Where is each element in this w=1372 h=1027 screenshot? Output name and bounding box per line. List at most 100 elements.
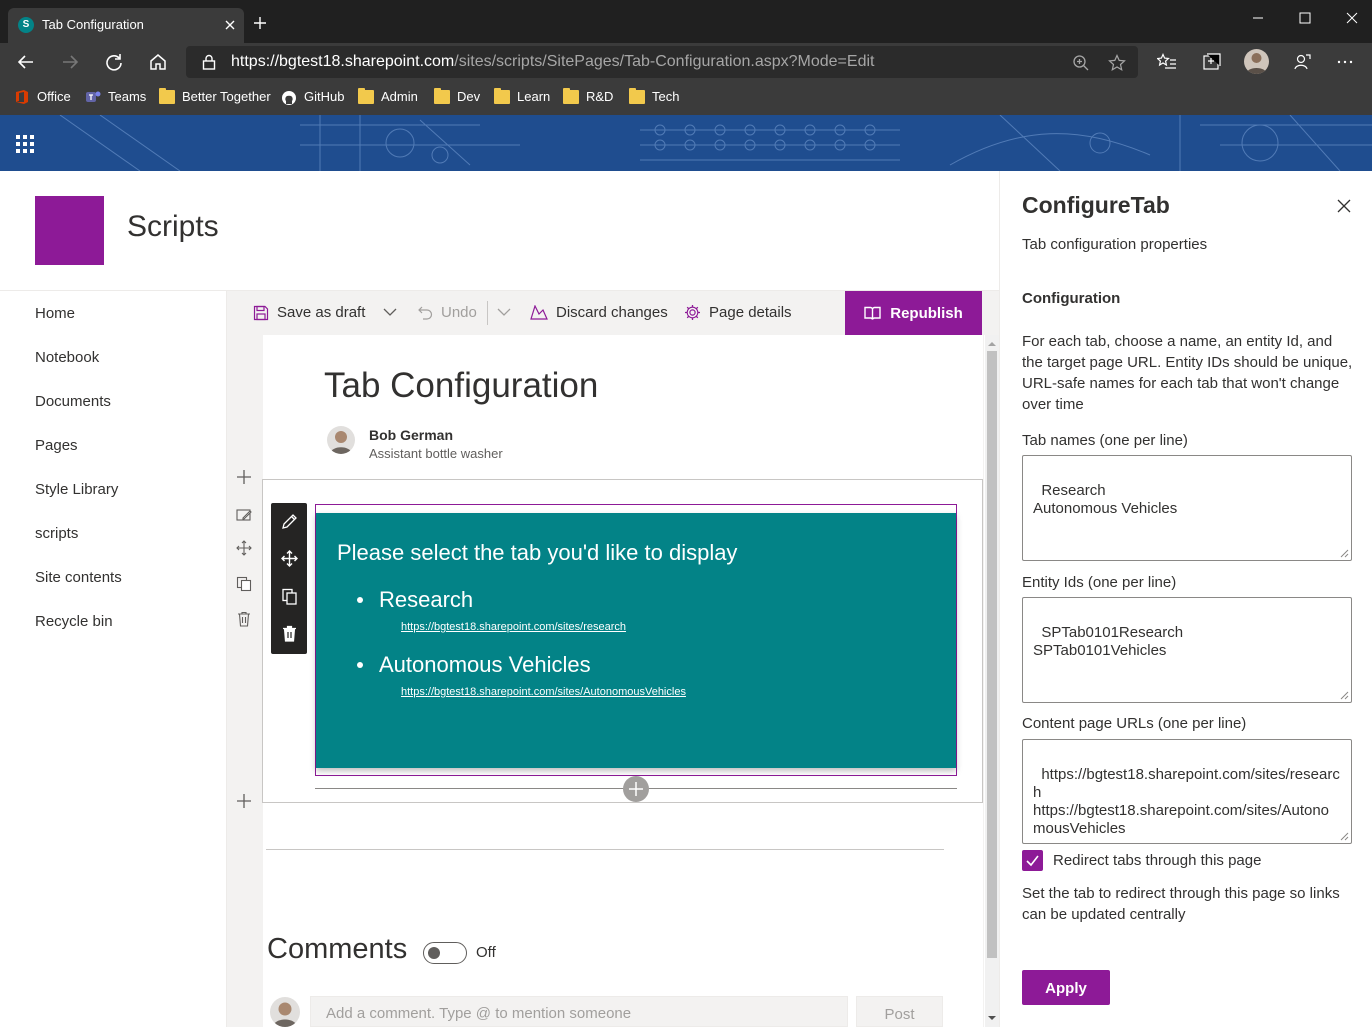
page-title[interactable]: Tab Configuration [324, 366, 598, 406]
maximize-icon[interactable] [1295, 8, 1315, 28]
nav-item-scripts[interactable]: scripts [35, 525, 78, 542]
address-bar[interactable]: https://bgtest18.sharepoint.com/sites/sc… [186, 46, 1138, 78]
bookmark-label: Dev [457, 89, 481, 104]
app-launcher-icon[interactable] [16, 135, 34, 153]
tab-selector-webpart[interactable]: Please select the tab you'd like to disp… [316, 513, 956, 768]
site-logo[interactable] [35, 196, 104, 265]
resize-grip-icon[interactable] [1339, 831, 1349, 841]
undo-options-chevron-icon[interactable] [497, 307, 519, 317]
bookmark-label: Admin [381, 89, 418, 104]
redirect-checkbox-label[interactable]: Redirect tabs through this page [1053, 852, 1261, 869]
back-icon[interactable] [16, 52, 36, 72]
scroll-down-icon[interactable] [985, 1013, 999, 1023]
minimize-icon[interactable] [1248, 8, 1268, 28]
nav-item-site-contents[interactable]: Site contents [35, 569, 122, 586]
post-comment-button[interactable]: Post [856, 996, 943, 1027]
edit-webpart-pencil-icon[interactable] [281, 513, 298, 530]
bookmark-office[interactable]: Office [14, 89, 71, 104]
entity-ids-field[interactable]: SPTab0101Research SPTab0101Vehicles [1022, 597, 1352, 703]
content-urls-field[interactable]: https://bgtest18.sharepoint.com/sites/re… [1022, 739, 1352, 844]
bookmark-teams[interactable]: Teams [85, 89, 146, 104]
pane-group-heading: Configuration [1022, 290, 1121, 307]
bookmark-label: GitHub [304, 89, 345, 104]
duplicate-section-icon[interactable] [236, 576, 252, 592]
resize-grip-icon[interactable] [1339, 690, 1349, 700]
lock-icon[interactable] [202, 54, 216, 70]
nav-item-recycle-bin[interactable]: Recycle bin [35, 613, 113, 630]
home-icon[interactable] [148, 52, 168, 72]
left-navigation: Home Notebook Documents Pages Style Libr… [0, 291, 227, 1027]
bookmark-label: Tech [652, 89, 680, 104]
nav-item-notebook[interactable]: Notebook [35, 349, 99, 366]
delete-webpart-icon[interactable] [281, 625, 298, 642]
folder-icon [494, 87, 510, 104]
save-options-chevron-icon[interactable] [383, 307, 405, 317]
discard-changes-button[interactable]: Discard changes [530, 304, 668, 321]
tab-option-link[interactable]: https://bgtest18.sharepoint.com/sites/re… [401, 621, 626, 633]
zoom-icon[interactable] [1072, 54, 1090, 72]
new-tab-icon[interactable] [252, 15, 268, 31]
nav-item-documents[interactable]: Documents [35, 393, 111, 410]
delete-section-icon[interactable] [236, 611, 252, 627]
tab-option-research[interactable]: Research https://bgtest18.sharepoint.com… [357, 587, 626, 633]
collections-icon[interactable] [1201, 53, 1221, 71]
more-menu-icon[interactable] [1336, 53, 1354, 71]
comments-toggle[interactable] [423, 942, 467, 964]
republish-button[interactable]: Republish [845, 291, 982, 335]
apply-button[interactable]: Apply [1022, 970, 1110, 1005]
comments-toggle-state: Off [476, 944, 496, 961]
scroll-up-icon[interactable] [985, 339, 999, 349]
bookmark-github[interactable]: GitHub [281, 89, 345, 105]
tab-option-name: Autonomous Vehicles [379, 652, 591, 677]
move-section-icon[interactable] [236, 540, 252, 556]
teams-icon [85, 90, 101, 104]
page-details-button[interactable]: Page details [684, 304, 792, 321]
blueprint-pattern [0, 115, 1372, 171]
nav-item-home[interactable]: Home [35, 305, 75, 322]
profile-avatar[interactable] [1244, 49, 1269, 74]
nav-item-style-library[interactable]: Style Library [35, 481, 118, 498]
edit-section-icon[interactable] [236, 507, 252, 523]
close-tab-icon[interactable] [222, 17, 238, 33]
bookmark-dev[interactable]: Dev [434, 87, 481, 104]
plus-icon [629, 782, 643, 796]
move-webpart-icon[interactable] [281, 550, 298, 567]
forward-icon[interactable] [60, 52, 80, 72]
browser-toolbar: https://bgtest18.sharepoint.com/sites/sc… [0, 43, 1372, 81]
save-as-draft-button[interactable]: Save as draft [253, 304, 365, 321]
resize-grip-icon[interactable] [1339, 548, 1349, 558]
tab-option-link[interactable]: https://bgtest18.sharepoint.com/sites/Au… [401, 686, 686, 698]
add-section-top-icon[interactable] [236, 469, 252, 485]
feedback-icon[interactable] [1292, 53, 1312, 71]
bookmark-label: Learn [517, 89, 551, 104]
bookmark-tech[interactable]: Tech [629, 87, 680, 104]
bookmark-admin[interactable]: Admin [358, 87, 418, 104]
site-title[interactable]: Scripts [127, 210, 219, 244]
tab-option-name: Research [379, 587, 474, 612]
nav-item-pages[interactable]: Pages [35, 437, 78, 454]
close-window-icon[interactable] [1342, 8, 1362, 28]
folder-icon [358, 87, 374, 104]
author-role: Assistant bottle washer [369, 446, 503, 461]
undo-button[interactable]: Undo [417, 304, 477, 321]
refresh-icon[interactable] [104, 52, 124, 72]
scrollbar-thumb[interactable] [987, 351, 997, 958]
bullet [357, 662, 363, 668]
favorites-icon[interactable] [1157, 53, 1177, 71]
bookmark-learn[interactable]: Learn [494, 87, 551, 104]
url-text[interactable]: https://bgtest18.sharepoint.com/sites/sc… [231, 53, 874, 71]
canvas-scrollbar[interactable] [985, 335, 999, 1027]
tab-option-autonomous-vehicles[interactable]: Autonomous Vehicles https://bgtest18.sha… [357, 652, 686, 698]
favorite-star-icon[interactable] [1108, 54, 1126, 72]
bookmark-rnd[interactable]: R&D [563, 87, 613, 104]
redirect-checkbox[interactable] [1022, 850, 1043, 871]
bookmark-better-together[interactable]: Better Together [159, 87, 271, 104]
add-section-bottom-icon[interactable] [236, 793, 252, 809]
bullet [357, 597, 363, 603]
comment-input[interactable]: Add a comment. Type @ to mention someone [310, 996, 848, 1027]
add-webpart-button[interactable] [623, 776, 649, 802]
duplicate-webpart-icon[interactable] [281, 588, 298, 605]
close-pane-icon[interactable] [1336, 198, 1352, 214]
browser-tab[interactable]: S Tab Configuration [8, 8, 244, 43]
tab-names-field[interactable]: Research Autonomous Vehicles [1022, 455, 1352, 561]
